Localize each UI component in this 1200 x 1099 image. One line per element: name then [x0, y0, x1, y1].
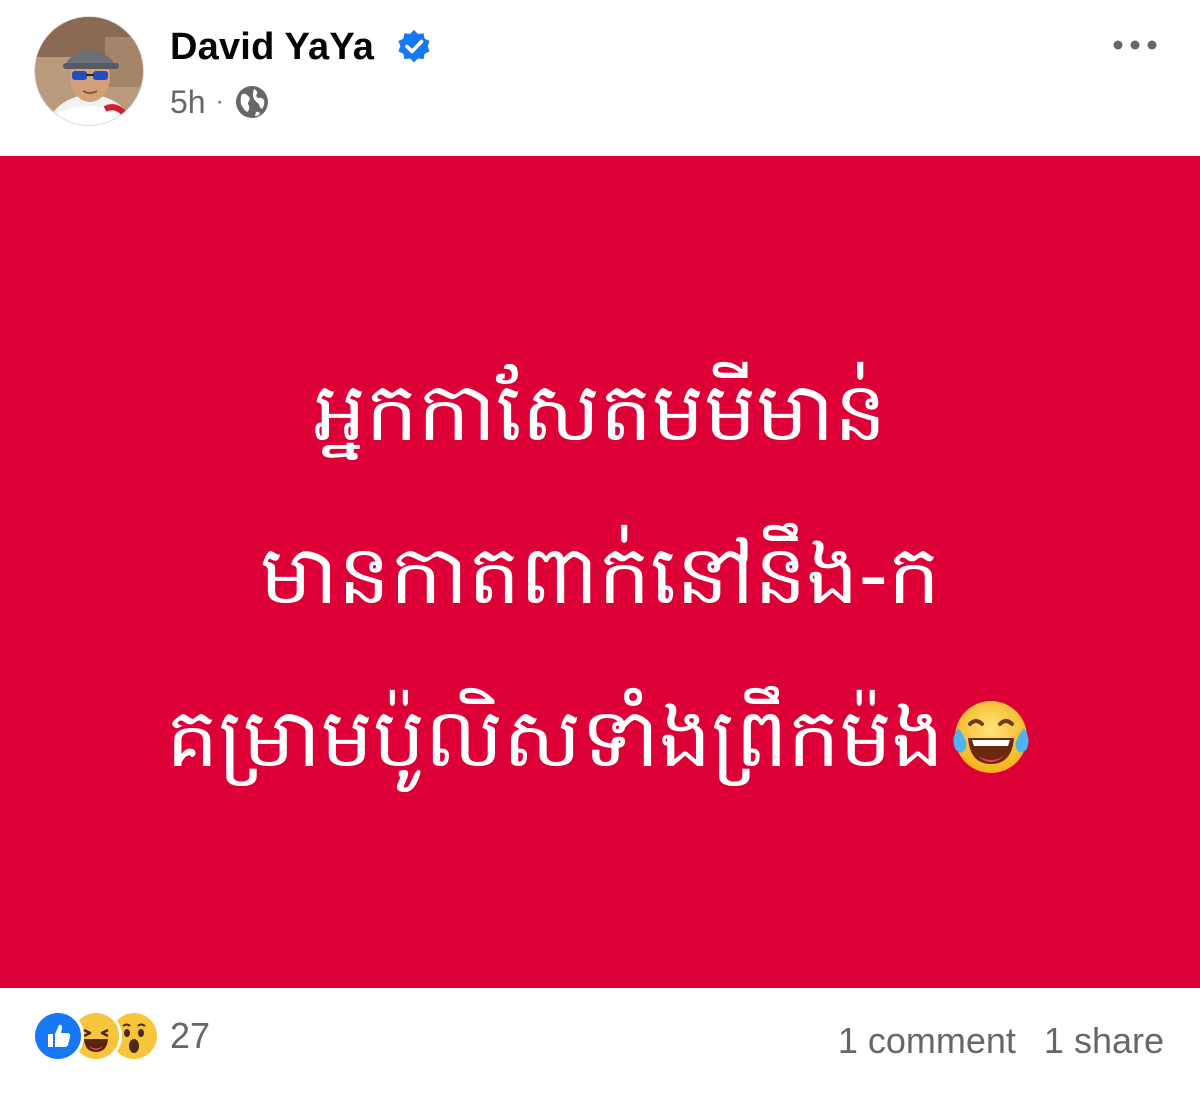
author-name[interactable]: David YaYa [170, 24, 374, 70]
post-text: អ្នកកាសែតមមីមាន់ មានកាតពាក់នៅនឹង-ក គម្រា… [166, 331, 1034, 820]
post-footer: 27 1 comment 1 share [0, 988, 1200, 1099]
post-text-line-1: អ្នកកាសែតមមីមាន់ [313, 364, 887, 460]
post-text-line-2: មានកាតពាក់នៅនឹង-ក [259, 527, 941, 623]
comments-link[interactable]: 1 comment [838, 1020, 1016, 1062]
reactions-summary[interactable]: 27 [32, 1010, 210, 1062]
like-icon [32, 1010, 84, 1062]
post-text-line-3: គម្រាមប៉ូលិសទាំងព្រឹកម៉ង [166, 690, 944, 786]
shares-link[interactable]: 1 share [1044, 1020, 1164, 1062]
reaction-count: 27 [170, 1015, 211, 1056]
meta-separator: · [215, 88, 224, 115]
author-avatar[interactable] [34, 16, 144, 126]
facebook-post: David YaYa 5h · អ្នកកាសែតមមីមាន់ មានកាតព… [0, 0, 1200, 1099]
post-header: David YaYa 5h · [0, 0, 1200, 156]
post-text-line-3-wrap: គម្រាមប៉ូលិសទាំងព្រឹកម៉ង [166, 657, 1034, 820]
verified-badge-icon [398, 30, 430, 63]
post-background: អ្នកកាសែតមមីមាន់ មានកាតពាក់នៅនឹង-ក គម្រា… [0, 156, 1200, 988]
face-with-tears-of-joy-icon [953, 700, 1029, 773]
globe-icon[interactable] [234, 84, 270, 120]
engagement-counts: 1 comment 1 share [838, 1020, 1164, 1062]
more-options-icon[interactable] [1110, 30, 1160, 60]
post-meta: 5h · [170, 82, 270, 122]
post-timestamp[interactable]: 5h [170, 84, 206, 121]
